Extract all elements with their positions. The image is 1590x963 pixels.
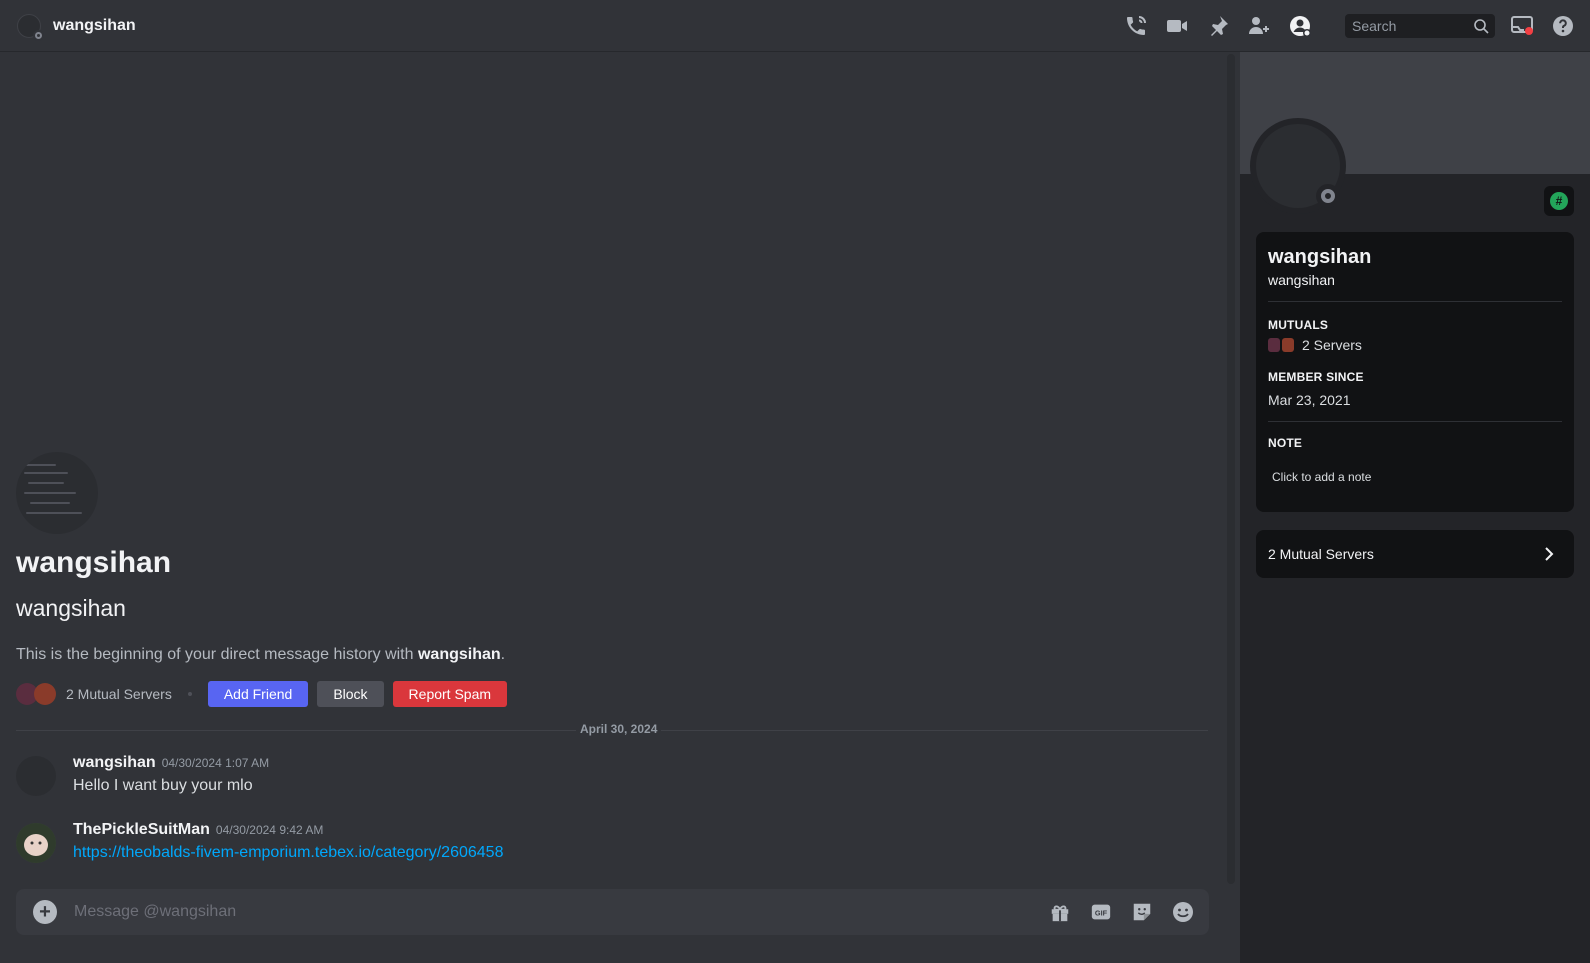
report-spam-button[interactable]: Report Spam: [392, 681, 508, 707]
dm-title[interactable]: wangsihan: [53, 17, 136, 35]
note-input[interactable]: Click to add a note: [1272, 470, 1371, 484]
message-avatar[interactable]: [16, 823, 56, 863]
gif-icon[interactable]: GIF: [1089, 900, 1113, 924]
attach-plus-icon[interactable]: +: [33, 900, 57, 924]
user-profile-icon[interactable]: [1287, 13, 1313, 39]
mutuals-row[interactable]: 2 Servers: [1268, 337, 1362, 353]
intro-avatar[interactable]: [16, 452, 98, 534]
offline-status-icon: [33, 30, 44, 41]
add-friends-to-dm-icon[interactable]: [1246, 13, 1272, 39]
pinned-messages-icon[interactable]: [1205, 13, 1231, 39]
message-avatar[interactable]: [16, 756, 56, 796]
svg-text:GIF: GIF: [1095, 909, 1108, 918]
message-timestamp: 04/30/2024 9:42 AM: [215, 823, 324, 837]
offline-status-icon: [1316, 184, 1340, 208]
search-placeholder: Search: [1352, 18, 1397, 34]
message-author[interactable]: wangsihan 04/30/2024 1:07 AM: [73, 754, 269, 772]
divider: [1268, 421, 1562, 422]
block-button[interactable]: Block: [317, 681, 384, 707]
intro-display-name: wangsihan: [16, 546, 172, 579]
profile-display-name: wangsihan: [1268, 246, 1372, 268]
intro-actions: 2 Mutual Servers Add Friend Block Report…: [16, 680, 516, 708]
mutuals-label: MUTUALS: [1268, 318, 1329, 332]
message-link[interactable]: https://theobalds-fivem-emporium.tebex.i…: [73, 844, 503, 862]
mutuals-value: 2 Servers: [1302, 337, 1362, 353]
date-divider-label: April 30, 2024: [576, 722, 662, 736]
server-icon: [1282, 338, 1294, 352]
message-input-placeholder[interactable]: Message @wangsihan: [74, 903, 236, 921]
hashtag-badge-icon[interactable]: #: [1544, 186, 1574, 216]
separator-dot: [187, 692, 192, 696]
server-icon: [1268, 338, 1280, 352]
member-since-value: Mar 23, 2021: [1268, 392, 1351, 408]
message-composer[interactable]: + Message @wangsihan GIF: [16, 889, 1209, 935]
intro-text: This is the beginning of your direct mes…: [16, 646, 506, 663]
video-call-icon[interactable]: [1164, 13, 1190, 39]
mutual-server-icons[interactable]: [16, 683, 56, 705]
divider: [1268, 301, 1562, 302]
note-label: NOTE: [1268, 436, 1303, 450]
member-since-label: MEMBER SINCE: [1268, 370, 1364, 384]
intro-text-name: wangsihan: [417, 646, 501, 663]
mutual-servers-button[interactable]: 2 Mutual Servers: [1256, 530, 1574, 578]
emoji-icon[interactable]: [1171, 900, 1195, 924]
date-divider: April 30, 2024: [16, 722, 1208, 736]
search-icon: [1474, 19, 1489, 34]
chat-scrollbar[interactable]: [1227, 54, 1235, 884]
search-input[interactable]: Search: [1345, 14, 1495, 38]
chevron-right-icon: [1545, 547, 1554, 561]
inbox-icon[interactable]: [1509, 13, 1535, 39]
mutual-servers-label: 2 Mutual Servers: [1268, 546, 1374, 562]
message-author[interactable]: ThePickleSuitMan 04/30/2024 9:42 AM: [73, 821, 323, 839]
message-content: Hello I want buy your mlo: [73, 777, 253, 794]
mutual-servers-link[interactable]: 2 Mutual Servers: [66, 686, 172, 702]
add-friend-button[interactable]: Add Friend: [207, 681, 309, 707]
user-profile-panel: # wangsihan wangsihan MUTUALS 2 Servers …: [1240, 52, 1590, 963]
voice-call-icon[interactable]: [1123, 13, 1149, 39]
server-icon: [34, 683, 56, 705]
gift-icon[interactable]: [1048, 900, 1072, 924]
profile-card: wangsihan wangsihan MUTUALS 2 Servers ME…: [1256, 232, 1574, 512]
dm-user-avatar[interactable]: [17, 14, 44, 41]
profile-username[interactable]: wangsihan: [1268, 272, 1335, 288]
help-icon[interactable]: [1550, 13, 1576, 39]
intro-username: wangsihan: [16, 595, 126, 621]
message-timestamp: 04/30/2024 1:07 AM: [161, 756, 270, 770]
dm-header: wangsihan Search: [0, 0, 1590, 52]
sticker-icon[interactable]: [1130, 900, 1154, 924]
